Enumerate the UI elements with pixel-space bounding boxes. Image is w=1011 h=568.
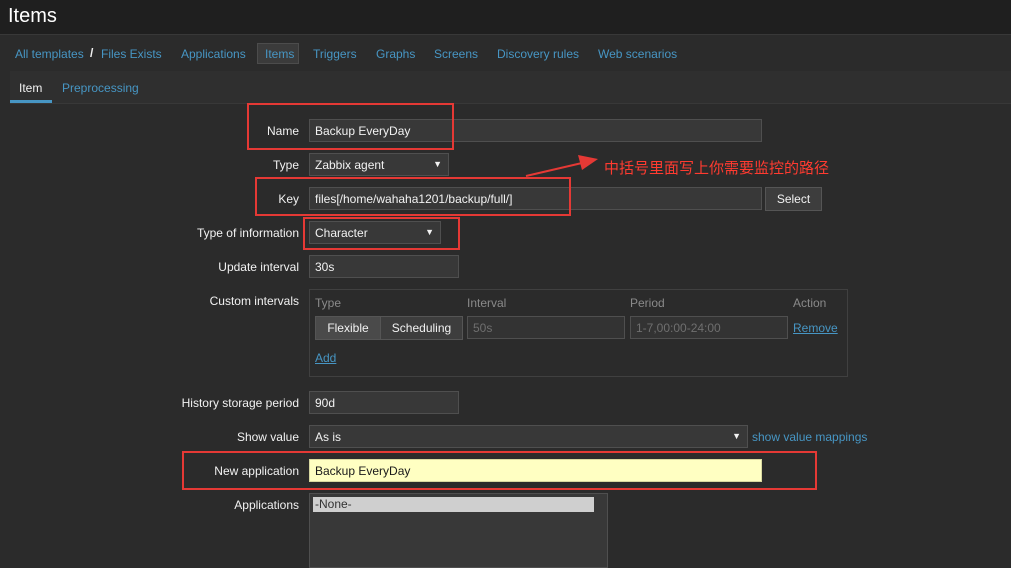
- nav-screens[interactable]: Screens: [434, 47, 478, 61]
- custom-col-period: Period: [630, 296, 665, 310]
- applications-option-none[interactable]: -None-: [313, 497, 594, 512]
- custom-period-input[interactable]: 1-7,00:00-24:00: [630, 316, 788, 339]
- page-title: Items: [8, 5, 57, 27]
- nav-graphs[interactable]: Graphs: [376, 47, 415, 61]
- applications-label: Applications: [234, 498, 299, 512]
- show-value-select-value: As is: [315, 430, 342, 444]
- annotation-box-name: [247, 103, 454, 150]
- type-label: Type: [272, 158, 299, 172]
- annotation-arrow-icon: [525, 155, 598, 177]
- nav-discovery-rules[interactable]: Discovery rules: [497, 47, 579, 61]
- custom-col-type: Type: [315, 296, 342, 310]
- history-storage-input[interactable]: 90d: [309, 391, 459, 414]
- flexible-toggle[interactable]: Flexible: [315, 316, 381, 340]
- type-select[interactable]: Zabbix agent ▼: [309, 153, 449, 176]
- show-value-label: Show value: [236, 430, 299, 444]
- add-interval-link[interactable]: Add: [315, 351, 336, 365]
- custom-col-action: Action: [793, 296, 827, 310]
- annotation-box-type-info: [303, 217, 460, 250]
- show-value-select[interactable]: As is ▼: [309, 425, 748, 448]
- dropdown-arrow-icon: ▼: [433, 159, 442, 169]
- type-of-information-label: Type of information: [196, 226, 299, 240]
- active-tab-indicator: [10, 100, 52, 103]
- nav-all-templates[interactable]: All templates: [15, 47, 84, 61]
- tab-bar: [10, 71, 1011, 104]
- nav-applications[interactable]: Applications: [181, 47, 246, 61]
- history-storage-label: History storage period: [181, 396, 299, 410]
- update-interval-label: Update interval: [218, 260, 299, 274]
- tab-preprocessing[interactable]: Preprocessing: [62, 81, 139, 95]
- type-select-value: Zabbix agent: [315, 158, 385, 172]
- nav-triggers[interactable]: Triggers: [313, 47, 357, 61]
- annotation-box-key: [255, 177, 571, 216]
- dropdown-arrow-icon: ▼: [732, 431, 741, 441]
- annotation-box-new-application: [182, 451, 817, 490]
- nav-items-label: Items: [265, 47, 295, 61]
- key-select-button[interactable]: Select: [765, 187, 822, 211]
- custom-interval-input[interactable]: 50s: [467, 316, 625, 339]
- show-value-mappings-link[interactable]: show value mappings: [752, 430, 867, 444]
- nav-web-scenarios[interactable]: Web scenarios: [598, 47, 677, 61]
- update-interval-input[interactable]: 30s: [309, 255, 459, 278]
- nav-template-files-exists[interactable]: Files Exists: [101, 47, 162, 61]
- breadcrumb-separator: /: [90, 46, 94, 60]
- nav-items[interactable]: Items: [257, 43, 299, 64]
- custom-col-interval: Interval: [467, 296, 507, 310]
- remove-interval-link[interactable]: Remove: [793, 321, 838, 335]
- annotation-text: 中括号里面写上你需要监控的路径: [604, 160, 830, 177]
- tab-item[interactable]: Item: [19, 81, 42, 95]
- scheduling-toggle[interactable]: Scheduling: [380, 316, 463, 340]
- title-bar: [0, 0, 1011, 35]
- custom-intervals-label: Custom intervals: [209, 294, 299, 308]
